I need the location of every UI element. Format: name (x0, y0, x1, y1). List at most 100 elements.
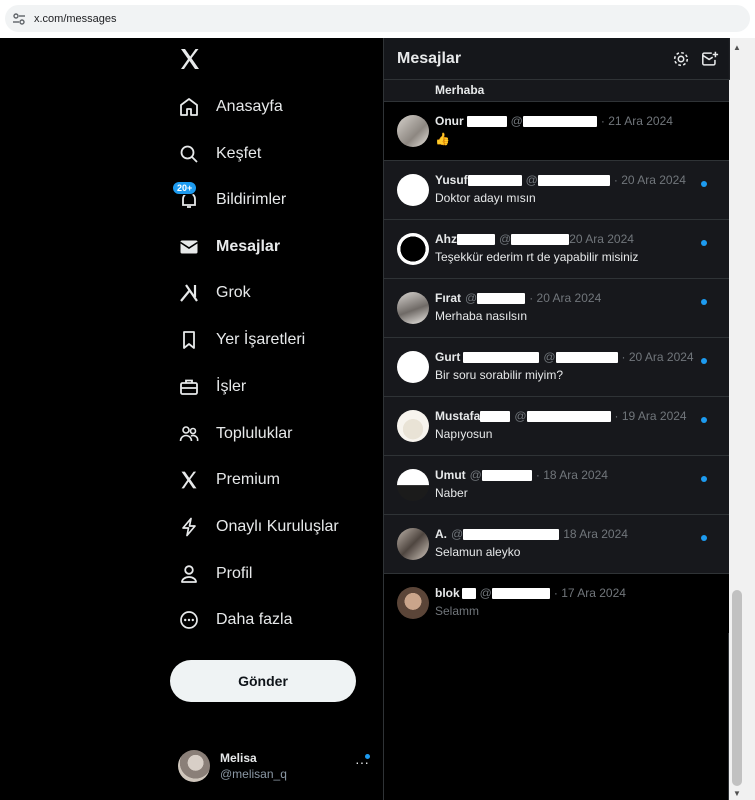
account-name: Melisa (220, 751, 257, 765)
nav-item-notifications[interactable]: 20+ Bildirimler (172, 181, 287, 216)
grok-icon (178, 282, 200, 304)
conversation-name: Umut (435, 468, 466, 482)
nav-item-label: Yer İşaretleri (216, 331, 306, 348)
communities-icon (178, 423, 200, 445)
nav-item-premium[interactable]: Premium (178, 464, 280, 496)
avatar (397, 233, 429, 265)
conversation-preview: Napıyosun (435, 427, 493, 441)
redaction (491, 587, 550, 599)
scroll-down-icon[interactable]: ▼ (733, 790, 741, 798)
redaction (537, 174, 610, 186)
x-icon (178, 469, 200, 491)
nav-item-explore[interactable]: Keşfet (178, 138, 261, 170)
conversation-item[interactable]: blok @ · 17 Ara 2024 Selamm (384, 574, 730, 633)
conversation-name: Yusuf (435, 173, 468, 187)
page-title: Mesajlar (397, 49, 462, 67)
site-settings-icon[interactable] (12, 12, 26, 26)
url-field[interactable]: x.com/messages (5, 5, 750, 32)
conversation-item[interactable]: Merhaba (384, 80, 730, 102)
conversation-preview: Merhaba (435, 83, 485, 97)
nav-item-more[interactable]: Daha fazla (178, 604, 293, 636)
conversation-name: Onur (435, 114, 464, 128)
nav-item-label: Keşfet (216, 145, 262, 162)
messages-panel: Mesajlar Merhaba Onur @ · 21 Ara 2024 👍 (383, 38, 730, 800)
nav-item-label: Onaylı Kuruluşlar (216, 518, 339, 535)
lightning-icon (178, 516, 200, 538)
conversation-handle: @ (525, 173, 538, 187)
unread-indicator (701, 358, 707, 364)
nav-item-grok[interactable]: Grok (178, 277, 251, 309)
redaction (463, 528, 560, 540)
x-logo-icon[interactable] (178, 47, 202, 71)
new-message-icon[interactable] (701, 50, 719, 68)
scrollbar[interactable]: ▲ ▼ (729, 38, 755, 800)
conversation-handle: @ (543, 350, 556, 364)
redaction (480, 410, 511, 422)
conversation-handle: @ (469, 468, 482, 482)
conversation-date: 20 Ara 2024 (569, 232, 634, 246)
account-switcher[interactable]: Melisa @melisan_q ··· (178, 746, 374, 786)
conversation-item[interactable]: A. @ 18 Ara 2024 Selamun aleyko (384, 515, 730, 574)
conversation-date: 18 Ara 2024 (563, 527, 628, 541)
nav-item-messages[interactable]: Mesajlar (178, 231, 280, 263)
conversation-date: · 20 Ara 2024 (621, 350, 694, 364)
scrollbar-thumb[interactable] (732, 590, 742, 786)
conversation-name: Gurt (435, 350, 461, 364)
nav-item-home[interactable]: Anasayfa (178, 91, 283, 123)
unread-indicator (701, 299, 707, 305)
nav-item-label: Anasayfa (216, 98, 283, 115)
avatar (397, 528, 429, 560)
nav-item-label: Premium (216, 471, 281, 488)
conversation-item[interactable]: Fırat @ · 20 Ara 2024 Merhaba nasılsın (384, 279, 730, 338)
avatar (397, 174, 429, 206)
nav-item-bookmarks[interactable]: Yer İşaretleri (178, 324, 305, 356)
redaction (467, 174, 522, 186)
bell-icon: 20+ (172, 181, 200, 211)
nav-item-verified-orgs[interactable]: Onaylı Kuruluşlar (178, 511, 339, 543)
conversation-handle: @ (479, 586, 492, 600)
conversation-name: A. (435, 527, 447, 541)
post-button[interactable]: Gönder (170, 660, 356, 702)
conversation-name: Ahz (435, 232, 457, 246)
account-handle: @melisan_q (220, 767, 287, 781)
conversation-item[interactable]: Umut @ · 18 Ara 2024 Naber (384, 456, 730, 515)
conversation-date: · 18 Ara 2024 (535, 468, 608, 482)
redaction (555, 351, 618, 363)
more-options-icon[interactable]: ··· (352, 754, 372, 774)
unread-indicator (365, 754, 370, 759)
notification-badge: 20+ (172, 181, 198, 195)
scroll-up-icon[interactable]: ▲ (733, 44, 741, 52)
nav-item-label: Mesajlar (216, 238, 281, 255)
nav-item-label: İşler (216, 378, 247, 395)
conversation-handle: @ (451, 527, 464, 541)
sidebar-nav: Anasayfa Keşfet 20+ Bildirimler Mesajlar… (0, 38, 384, 800)
conversation-item[interactable]: Gurt @ · 20 Ara 2024 Bir soru sorabilir … (384, 338, 730, 397)
conversation-item[interactable]: Mustafa @ · 19 Ara 2024 Napıyosun (384, 397, 730, 456)
redaction (526, 410, 611, 422)
nav-item-communities[interactable]: Topluluklar (178, 418, 292, 450)
search-icon (178, 143, 200, 165)
gear-icon[interactable] (672, 50, 690, 68)
conversation-item[interactable]: Onur @ · 21 Ara 2024 👍 (384, 102, 730, 161)
envelope-icon (178, 236, 200, 258)
conversation-preview: 👍 (435, 132, 450, 146)
redaction (461, 587, 476, 599)
conversation-preview: Naber (435, 486, 468, 500)
unread-indicator (701, 417, 707, 423)
avatar (397, 587, 429, 619)
conversation-preview: Merhaba nasılsın (435, 309, 528, 323)
nav-item-profile[interactable]: Profil (178, 558, 252, 590)
nav-item-label: Bildirimler (216, 191, 287, 208)
conversation-preview: Selamm (435, 604, 480, 618)
bookmark-icon (178, 329, 200, 351)
nav-item-label: Grok (216, 284, 251, 301)
conversation-item[interactable]: Yusuf @ · 20 Ara 2024 Doktor adayı mısın (384, 161, 730, 220)
conversation-item[interactable]: Ahz @ 20 Ara 2024 Teşekkür ederim rt de … (384, 220, 730, 279)
redaction (466, 115, 507, 127)
nav-item-label: Daha fazla (216, 611, 293, 628)
nav-item-jobs[interactable]: İşler (178, 371, 246, 403)
briefcase-icon (178, 376, 200, 398)
nav-item-label: Profil (216, 565, 253, 582)
conversation-preview: Doktor adayı mısın (435, 191, 536, 205)
unread-indicator (701, 535, 707, 541)
